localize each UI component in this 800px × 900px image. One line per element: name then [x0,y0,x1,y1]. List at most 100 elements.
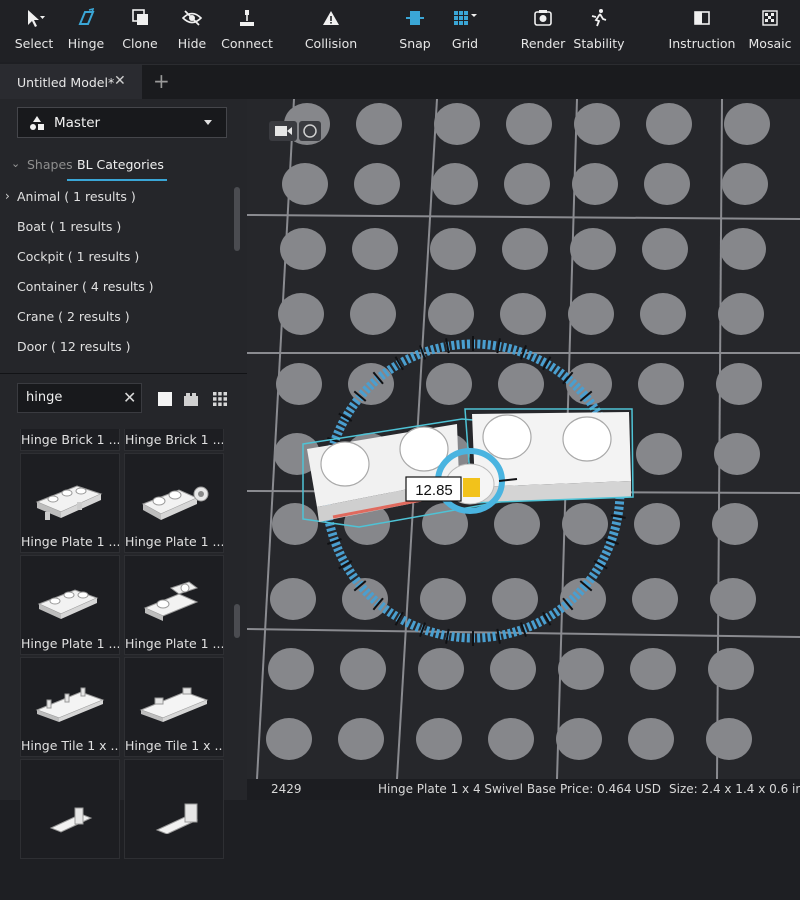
part-tile[interactable]: Hinge Brick 1 ... [124,429,224,451]
part-tile[interactable]: Hinge Plate 1 ... [20,555,120,655]
baseplate-stud [718,293,764,335]
part-tile[interactable]: Hinge Plate 1 ... [124,555,224,655]
tab-title: Untitled Model* [17,74,115,90]
baseplate-stud [642,228,688,270]
tab-shapes[interactable]: Shapes [27,157,73,172]
part-label: Hinge Plate 1 ... [125,534,223,549]
baseplate-stud [430,228,476,270]
part-tile[interactable]: Hinge Brick 1 ... [20,429,120,451]
part-size: Size: 2.4 x 1.4 x 0.6 in S [669,782,800,796]
clear-search-icon[interactable]: ✕ [123,388,136,407]
parts-sidebar: Master ⌄ Shapes BL Categories › Animal (… [0,99,247,859]
part-label: Hinge Brick 1 ... [125,432,223,447]
large-view-icon[interactable] [157,391,173,407]
clone-button[interactable]: Clone [118,0,162,62]
grid-label: Grid [451,36,479,51]
part-tile[interactable]: Hinge Tile 1 x ... [124,657,224,757]
grid-icon [454,11,477,25]
tab-untitled-model[interactable]: Untitled Model* ✕ [0,65,142,99]
baseplate-stud [712,503,758,545]
list-item[interactable]: Crane ( 2 results ) [17,309,130,324]
stability-button[interactable]: Stability [572,0,626,62]
mosaic-button[interactable]: Mosaic [746,0,794,62]
baseplate-stud [716,363,762,405]
part-label: Hinge Plate 1 ... [21,534,119,549]
baseplate-stud [568,293,614,335]
baseplate-stud [710,578,756,620]
baseplate-stud [708,648,754,690]
chevron-down-icon[interactable]: ⌄ [11,157,20,170]
active-tab-indicator [67,179,167,181]
eye-off-icon [181,10,203,26]
orbit-icon[interactable] [299,121,321,141]
part-tile[interactable]: Hinge Plate 1 ... [124,453,224,553]
list-item[interactable]: Container ( 4 results ) [17,279,154,294]
camera-icon[interactable] [269,121,297,141]
baseplate-stud [270,578,316,620]
chevron-down-icon [204,120,212,125]
baseplate-stud [574,103,620,145]
parts-scrollbar[interactable] [234,604,240,638]
instruction-button[interactable]: Instruction [668,0,736,62]
part-tile[interactable] [124,759,224,859]
brick-view-icon[interactable] [183,391,199,407]
mosaic-icon [762,10,778,26]
baseplate-stud [630,648,676,690]
close-icon[interactable]: ✕ [114,73,126,89]
baseplate-stud [428,293,474,335]
baseplate-stud [350,293,396,335]
part-label: Hinge Plate 1 ... [125,636,223,651]
list-item[interactable]: Door ( 12 results ) [17,339,131,354]
baseplate-stud [714,433,760,475]
category-scrollbar[interactable] [234,187,240,251]
hinge-plate-part-image [143,581,199,621]
rotation-handle[interactable] [463,478,480,497]
part-price: Price: 0.464 USD [560,782,661,796]
list-item[interactable]: Boat ( 1 results ) [17,219,121,234]
hinge-plate-part-image [141,486,209,520]
part-tile[interactable]: Hinge Tile 1 x ... [20,657,120,757]
snap-button[interactable]: Snap [396,0,434,62]
grid-button[interactable]: Grid [446,0,484,62]
baseplate-stud [570,228,616,270]
baseplate-stud [500,293,546,335]
part-tile[interactable] [20,759,120,859]
connect-button[interactable]: Connect [220,0,274,62]
baseplate-stud [432,163,478,205]
hide-button[interactable]: Hide [172,0,212,62]
baseplate-stud [640,293,686,335]
tab-bl-categories[interactable]: BL Categories [77,157,164,172]
small-grid-view-icon[interactable] [212,391,228,407]
collision-button[interactable]: Collision [302,0,360,62]
render-button[interactable]: Render [520,0,566,62]
baseplate-stud [276,363,322,405]
select-button[interactable]: Select [14,0,54,62]
part-label: Hinge Tile 1 x ... [21,738,119,753]
ring-tick [419,622,427,637]
hinge-plate-part-image [37,589,99,619]
baseplate-stud [646,103,692,145]
add-tab-icon[interactable]: + [153,69,170,93]
instruction-label: Instruction [668,36,736,51]
hinge-button[interactable]: Hinge [64,0,108,62]
3d-viewport[interactable]: 12.85 [247,99,800,779]
book-icon [694,11,710,25]
baseplate-stud [490,648,536,690]
baseplate-stud [280,228,326,270]
search-input[interactable]: hinge ✕ [17,383,142,413]
part-label: Hinge Brick 1 ... [21,432,119,447]
list-item[interactable]: Animal ( 1 results ) [17,189,136,204]
shapes-icon [30,115,44,130]
list-item[interactable]: Cockpit ( 1 results ) [17,249,139,264]
chevron-right-icon: › [5,189,10,203]
hinge-tile-part-image [139,687,209,722]
baseplate-stud [506,103,552,145]
baseplate-stud [706,718,752,760]
part-label: Hinge Plate 1 ... [21,636,119,651]
baseplate-stud [494,503,540,545]
master-dropdown[interactable]: Master [17,107,227,138]
hinge-icon [78,8,95,25]
part-tile[interactable]: Hinge Plate 1 ... [20,453,120,553]
baseplate-stud [354,163,400,205]
document-tab-bar: Untitled Model* ✕ + [0,64,800,99]
